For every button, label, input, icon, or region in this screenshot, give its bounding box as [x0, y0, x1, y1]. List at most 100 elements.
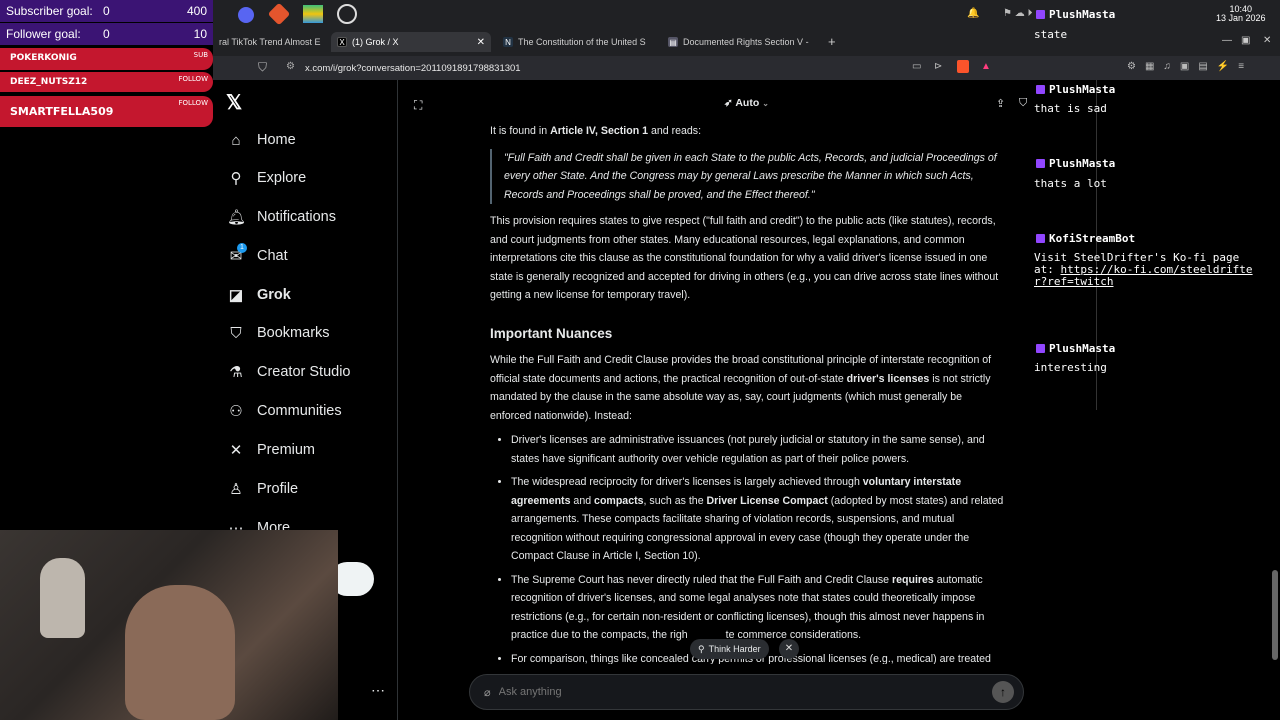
alert-name: DEEZ_NUTSZ12 [10, 77, 88, 87]
sidebar-item-creator-studio[interactable]: ⚗ Creator Studio [227, 358, 351, 386]
kofi-link[interactable]: https://ko-fi.com/steeldrifter?ref=twitc… [1034, 263, 1253, 288]
column-divider [397, 80, 398, 720]
notification-bell-icon[interactable]: 🔔 [967, 8, 979, 19]
bookmark-icon[interactable]: ⛉ [258, 60, 267, 75]
intro-bold: Article IV, Section 1 [550, 125, 649, 137]
alert-tag: FOLLOW [178, 75, 208, 83]
brave-shield-icon[interactable] [957, 60, 969, 73]
share-page-icon[interactable]: ⊳ [934, 61, 942, 72]
discord-icon[interactable] [238, 7, 254, 23]
mode-label: Auto [735, 97, 760, 109]
sidebar-item-profile[interactable]: ♙ Profile [227, 475, 298, 503]
twitch-badge-icon [1036, 344, 1045, 353]
list-item-bold: Driver License Compact [706, 494, 828, 507]
constitution-quote: "Full Faith and Credit shall be given in… [490, 148, 1005, 204]
list-item-text: , such as the [643, 494, 707, 507]
chat-username: PlushMasta [1036, 342, 1115, 355]
subscriber-goal-target: 400 [186, 4, 207, 18]
microphone-shape [40, 558, 85, 638]
sidebar-item-label: Grok [257, 287, 291, 303]
sidebar-item-label: Home [257, 132, 296, 148]
attach-icon[interactable]: ⌀ [484, 686, 491, 699]
sidebar-item-chat[interactable]: ✉ 1 Chat [227, 242, 288, 270]
sidebar-item-label: Bookmarks [257, 325, 330, 341]
sidebar-item-bookmarks[interactable]: ⛉ Bookmarks [227, 319, 330, 347]
sidebar-item-premium[interactable]: ✕ Premium [227, 436, 315, 464]
tab-constitution[interactable]: N The Constitution of the United S [497, 32, 657, 52]
nuance-bold: driver's licenses [846, 372, 930, 385]
sidebar-item-label: Creator Studio [257, 364, 351, 380]
alert-tag: SUB [193, 51, 208, 59]
tab-title: The Constitution of the United S [518, 37, 646, 47]
obs-icon[interactable] [337, 4, 357, 24]
new-tab-button[interactable]: + [828, 34, 836, 49]
app-icon[interactable] [267, 2, 291, 26]
sidebar-item-label: Premium [257, 442, 316, 458]
cast-icon[interactable]: ▭ [912, 61, 921, 72]
list-item-text: Driver's licenses are administrative iss… [511, 434, 985, 465]
share-icon[interactable]: ⇪ [996, 97, 1005, 110]
sidebar-item-label: More [257, 520, 291, 530]
tab-grok[interactable]: X (1) Grok / X ✕ [331, 32, 491, 52]
ask-anything-input[interactable]: ⌀ [469, 674, 1024, 710]
maximize-button[interactable]: ▣ [1241, 35, 1250, 46]
bookmark-icon: ⛉ [230, 324, 242, 342]
alert-follow-2: SMARTFELLA509 FOLLOW [0, 96, 213, 127]
alert-name: SMARTFELLA509 [10, 105, 114, 118]
sidebar-item-notifications[interactable]: 🔔︎ Notifications [227, 203, 336, 231]
page-scrollbar[interactable] [1272, 570, 1278, 660]
intro-paragraph: It is found in Article IV, Section 1 and… [490, 122, 1005, 141]
chat-user: PlushMasta [1049, 8, 1116, 21]
tab-documented-rights[interactable]: ▤ Documented Rights Section V - [662, 32, 822, 52]
bell-icon: 🔔︎ [227, 209, 247, 226]
chat-message: that is sad [1034, 102, 1107, 115]
x-logo-icon[interactable]: 𝕏 [226, 90, 242, 115]
subscriber-goal: Subscriber goal: 0 400 [0, 0, 213, 22]
site-settings-icon[interactable]: ⚙ [286, 61, 295, 72]
list-item-bold: requires [891, 573, 934, 586]
sidebar-item-home[interactable]: ⌂ Home [227, 126, 296, 154]
sidebar-item-label: Notifications [257, 209, 336, 225]
stack-app-icon[interactable] [303, 5, 323, 23]
intro-text: It is found in [490, 125, 551, 137]
dismiss-chip-button[interactable]: ✕ [779, 639, 799, 659]
lightbulb-icon: ⚲ [698, 643, 705, 654]
list-item: The widespread reciprocity for driver's … [511, 473, 1005, 566]
webcam-feed [0, 530, 338, 720]
system-clock[interactable]: 10:40 13 Jan 2026 [1216, 5, 1266, 23]
section-heading: Important Nuances [490, 325, 613, 341]
grok-response: It is found in Article IV, Section 1 and… [490, 122, 1005, 673]
tab-tiktok[interactable]: ral TikTok Trend Almost E [213, 32, 328, 52]
account-menu-icon[interactable]: ⋯ [371, 682, 385, 699]
url-field[interactable]: ⚙ x.com/i/grok?conversation=201109189179… [280, 59, 1000, 77]
follower-goal-target: 10 [193, 27, 207, 41]
expand-icon[interactable]: ⛶ [414, 98, 422, 113]
sidebar-item-explore[interactable]: ⚲ Explore [227, 164, 307, 192]
subscriber-goal-label: Subscriber goal: [6, 4, 93, 18]
window-close-button[interactable]: ✕ [1263, 35, 1271, 46]
sidebar-item-more[interactable]: ⋯ More [227, 514, 291, 530]
alert-follow-1: DEEZ_NUTSZ12 FOLLOW [0, 72, 213, 92]
subscriber-goal-current: 0 [103, 4, 110, 18]
chat-username: KofiStreamBot [1036, 232, 1135, 245]
toolbar-icons[interactable]: ⚙▦♫▣▤⚡≡ [1127, 61, 1253, 72]
minimize-button[interactable]: — [1222, 35, 1232, 46]
think-harder-chip[interactable]: ⚲ Think Harder [690, 639, 769, 659]
twitch-badge-icon [1036, 159, 1045, 168]
sidebar-item-grok[interactable]: ◪ Grok [227, 281, 291, 309]
chat-badge: 1 [237, 243, 247, 253]
close-tab-icon[interactable]: ✕ [477, 37, 485, 48]
list-item-text: The widespread reciprocity for driver's … [511, 476, 863, 488]
chat-username: PlushMasta [1036, 157, 1115, 170]
twitch-badge-icon [1036, 85, 1045, 94]
rewards-icon[interactable]: ▲ [981, 61, 991, 72]
streamer-silhouette [125, 585, 235, 720]
follower-goal: Follower goal: 0 10 [0, 23, 213, 45]
quote-text: "Full Faith and Credit shall be given in… [504, 151, 997, 201]
model-mode-selector[interactable]: ➶ Auto ⌄ [724, 97, 769, 109]
send-button[interactable]: ↑ [992, 681, 1014, 703]
ask-anything-field[interactable] [498, 686, 969, 698]
bookmark-conversation-icon[interactable]: ⛉ [1019, 97, 1027, 110]
communities-icon: ⚇ [229, 403, 243, 420]
sidebar-item-communities[interactable]: ⚇ Communities [227, 397, 341, 425]
